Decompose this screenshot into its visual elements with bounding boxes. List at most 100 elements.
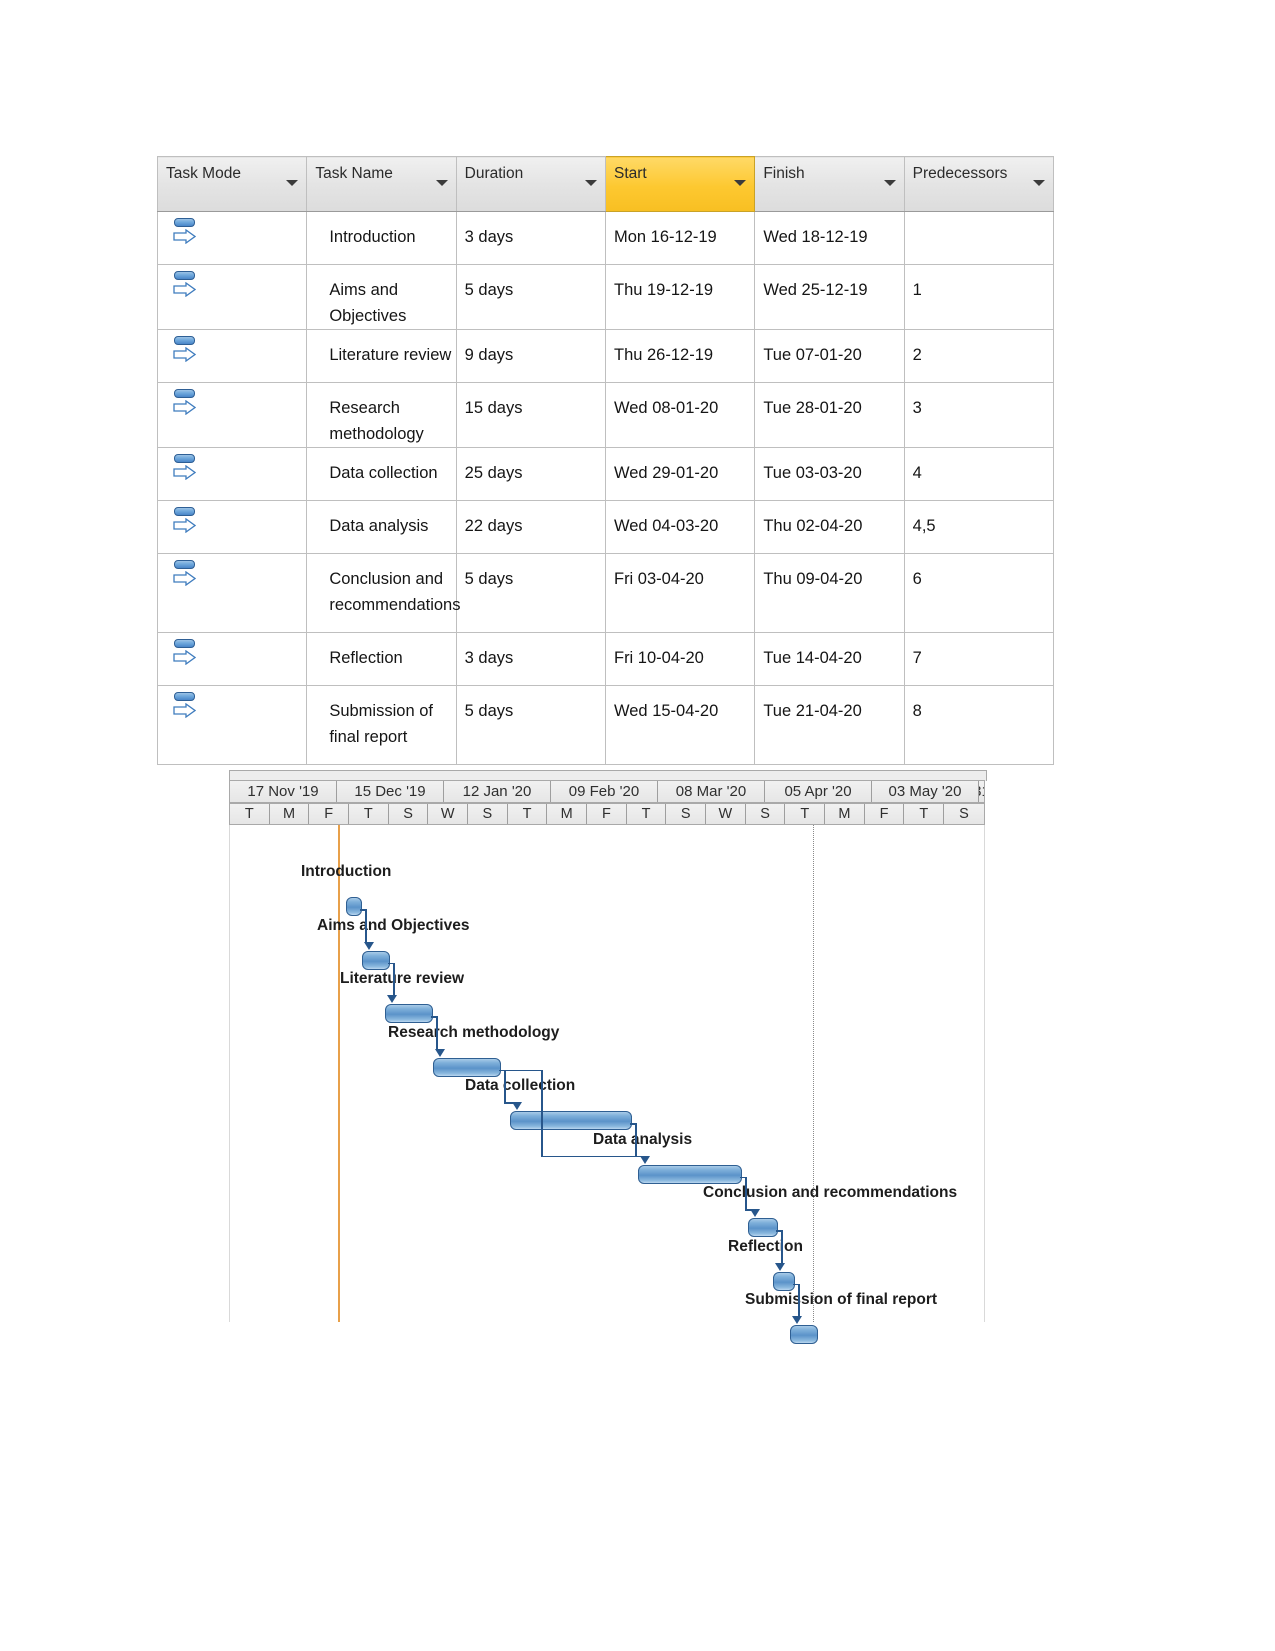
cell-task-mode[interactable] [156, 632, 308, 686]
auto-scheduled-icon [172, 639, 198, 669]
gantt-bar[interactable] [385, 1004, 433, 1023]
cell-task-mode[interactable] [156, 211, 308, 265]
cell-task-name[interactable]: Conclusion and recommendations [306, 553, 460, 633]
chevron-down-icon[interactable] [435, 180, 448, 186]
column-header-start[interactable]: Start [604, 156, 756, 212]
column-header-finish[interactable]: Finish [754, 156, 905, 212]
cell-start[interactable]: Fri 03-04-20 [604, 553, 756, 633]
task-name-text: Submission of final report [329, 702, 433, 746]
table-row[interactable]: Research methodology 15 days Wed 08-01-20 T… [156, 382, 1055, 448]
table-row[interactable]: Conclusion and recommendations 5 days Fri … [156, 553, 1055, 633]
cell-duration[interactable]: 3 days [455, 211, 606, 265]
duration-text: 3 days [464, 228, 514, 246]
cell-predecessors[interactable]: 1 [903, 264, 1055, 330]
link-line [365, 909, 367, 942]
column-header-duration[interactable]: Duration [455, 156, 606, 212]
cell-finish[interactable]: Tue 21-04-20 [754, 685, 905, 765]
gantt-bar[interactable] [638, 1164, 742, 1184]
table-row[interactable]: Data collection 25 days Wed 29-01-20 Tue 03… [156, 447, 1055, 501]
cell-task-name[interactable]: Introduction [306, 211, 457, 265]
gantt-bar[interactable] [773, 1271, 795, 1291]
cell-start[interactable]: Wed 04-03-20 [604, 500, 756, 554]
gantt-bar[interactable] [790, 1325, 818, 1344]
chevron-down-icon[interactable] [883, 180, 896, 186]
gantt-bar-label: Introduction [301, 863, 392, 880]
cell-duration[interactable]: 5 days [455, 264, 606, 330]
cell-start[interactable]: Thu 26-12-19 [604, 329, 756, 383]
chevron-down-icon[interactable] [286, 180, 299, 186]
cell-finish[interactable]: Wed 18-12-19 [754, 211, 905, 265]
cell-task-name[interactable]: Aims and Objectives [306, 264, 457, 330]
table-row[interactable]: Submission of final report 5 days Wed 15-0… [156, 685, 1055, 765]
duration-text: 22 days [464, 517, 523, 535]
table-row[interactable]: Reflection 3 days Fri 10-04-20 Tue 14-04-20… [156, 632, 1055, 686]
cell-duration[interactable]: 5 days [455, 553, 606, 633]
column-header-task-name[interactable]: Task Name [306, 156, 457, 212]
column-header-predecessors[interactable]: Predecessors [903, 156, 1055, 212]
duration-text: 25 days [464, 464, 523, 482]
timeline-day-cell: S [666, 804, 707, 824]
cell-start[interactable]: Fri 10-04-20 [604, 632, 756, 686]
cell-duration[interactable]: 3 days [455, 632, 606, 686]
gridline-dotted [813, 825, 814, 1322]
cell-task-name[interactable]: Submission of final report [306, 685, 457, 765]
timeline-month-cell: 03 May '20 [872, 781, 979, 802]
predecessors-text: 2 [912, 346, 922, 364]
cell-duration[interactable]: 9 days [455, 329, 606, 383]
cell-predecessors[interactable]: 7 [903, 632, 1055, 686]
cell-task-name[interactable]: Data collection [306, 447, 457, 501]
cell-finish[interactable]: Tue 03-03-20 [754, 447, 905, 501]
link-line [436, 1016, 438, 1049]
cell-predecessors[interactable]: 4,5 [903, 500, 1055, 554]
table-row[interactable]: Data analysis 22 days Wed 04-03-20 Thu 02-0… [156, 500, 1055, 554]
cell-finish[interactable]: Thu 02-04-20 [754, 500, 905, 554]
task-mode-bar-glyph [174, 336, 195, 345]
table-row[interactable]: Introduction 3 days Mon 16-12-19 Wed 18-12-… [156, 211, 1055, 265]
gantt-bar[interactable] [433, 1057, 501, 1077]
cell-task-mode[interactable] [156, 264, 308, 330]
chevron-down-icon[interactable] [1033, 180, 1045, 186]
cell-predecessors[interactable]: 6 [903, 553, 1055, 633]
cell-task-name[interactable]: Literature review [306, 329, 457, 383]
cell-duration[interactable]: 15 days [455, 382, 606, 448]
cell-predecessors[interactable]: 4 [903, 447, 1055, 501]
cell-predecessors[interactable]: 8 [903, 685, 1055, 765]
cell-task-mode[interactable] [156, 553, 308, 633]
cell-task-mode[interactable] [156, 685, 308, 765]
cell-duration[interactable]: 22 days [455, 500, 606, 554]
cell-finish[interactable]: Thu 09-04-20 [754, 553, 905, 633]
gantt-bar[interactable] [362, 950, 390, 970]
table-row[interactable]: Aims and Objectives 5 days Thu 19-12-19 Wed… [156, 264, 1055, 330]
cell-predecessors[interactable] [903, 211, 1055, 265]
task-mode-arrow-glyph [173, 229, 196, 244]
gantt-bar[interactable] [346, 897, 362, 916]
cell-task-name[interactable]: Research methodology [306, 382, 457, 448]
cell-start[interactable]: Wed 29-01-20 [604, 447, 756, 501]
cell-task-mode[interactable] [156, 329, 308, 383]
cell-task-mode[interactable] [156, 500, 308, 554]
predecessors-text: 4,5 [912, 517, 936, 535]
chevron-down-icon[interactable] [584, 180, 597, 186]
cell-predecessors[interactable]: 3 [903, 382, 1055, 448]
table-row[interactable]: Literature review 9 days Thu 26-12-19 Tue 0… [156, 329, 1055, 383]
cell-start[interactable]: Mon 16-12-19 [604, 211, 756, 265]
gantt-bar[interactable] [510, 1111, 632, 1130]
cell-finish[interactable]: Tue 28-01-20 [754, 382, 905, 448]
cell-start[interactable]: Wed 08-01-20 [604, 382, 756, 448]
task-mode-arrow-glyph [173, 518, 196, 533]
cell-task-name[interactable]: Reflection [306, 632, 457, 686]
chevron-down-icon[interactable] [734, 180, 747, 186]
cell-finish[interactable]: Wed 25-12-19 [754, 264, 905, 330]
cell-finish[interactable]: Tue 07-01-20 [754, 329, 905, 383]
cell-task-mode[interactable] [156, 447, 308, 501]
column-header-task-mode[interactable]: Task Mode [156, 156, 308, 212]
cell-task-mode[interactable] [156, 382, 308, 448]
gantt-bar[interactable] [748, 1218, 778, 1237]
cell-duration[interactable]: 5 days [455, 685, 606, 765]
cell-start[interactable]: Thu 19-12-19 [604, 264, 756, 330]
cell-task-name[interactable]: Data analysis [306, 500, 457, 554]
cell-predecessors[interactable]: 2 [903, 329, 1055, 383]
cell-finish[interactable]: Tue 14-04-20 [754, 632, 905, 686]
cell-start[interactable]: Wed 15-04-20 [604, 685, 756, 765]
cell-duration[interactable]: 25 days [455, 447, 606, 501]
